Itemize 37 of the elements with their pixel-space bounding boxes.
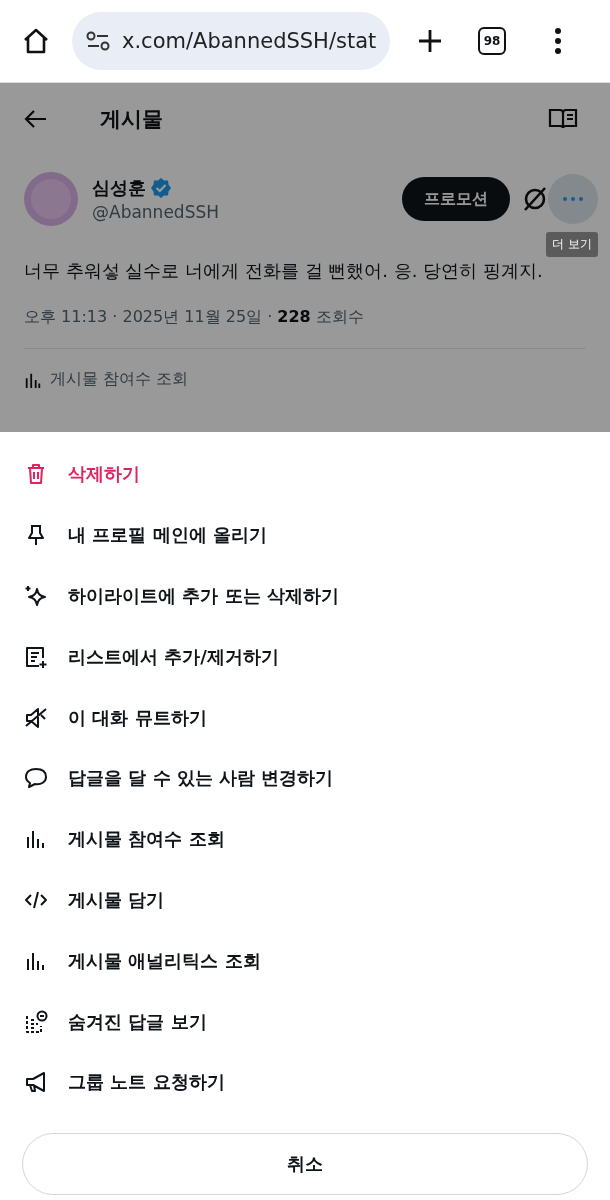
menu-item[interactable]: 숨겨진 답글 보기 [22,991,588,1052]
menu-item[interactable]: 게시물 담기 [22,869,588,931]
more-icon [563,197,583,201]
megaphone-icon [24,1070,48,1095]
new-tab-icon[interactable] [416,27,444,55]
menu-item[interactable]: 리스트에서 추가/제거하기 [22,626,588,688]
dashed-list-icon [24,1009,48,1034]
tooltip: 더 보기 [546,232,598,257]
menu-item[interactable]: 이 대화 뮤트하기 [22,687,588,748]
url-text: x.com/AbannedSSH/stat [122,29,377,53]
list-add-icon [24,644,48,669]
tab-count-button[interactable]: 98 [478,27,506,55]
post-meta: 오후 11:13 · 2025년 11월 25일 · 228 조회수 [24,307,365,328]
book-icon[interactable] [548,108,578,130]
page-title: 게시물 [100,106,163,133]
menu-item[interactable]: 삭제하기 [22,444,588,505]
menu-item[interactable]: 게시물 애널리틱스 조회 [22,930,588,992]
slashed-circle-icon[interactable] [522,186,548,212]
menu-icon[interactable] [554,27,562,55]
sparkle-icon [24,584,48,608]
author-name[interactable]: 심성훈 [92,176,146,200]
site-settings-icon[interactable] [86,31,110,51]
cancel-button[interactable]: 취소 [22,1132,588,1195]
menu-item[interactable]: 하이라이트에 추가 또는 삭제하기 [22,565,588,627]
menu-item[interactable]: 내 프로필 메인에 올리기 [22,504,588,566]
menu-item[interactable]: 그룹 노트 요청하기 [22,1051,588,1113]
speech-bubble-icon [24,766,48,791]
muted-speaker-icon [24,705,48,730]
engagements-link[interactable]: 게시물 참여수 조회 [50,369,189,390]
address-field[interactable]: x.com/AbannedSSH/stat [72,12,390,70]
home-icon[interactable] [22,27,50,55]
menu-item[interactable]: 게시물 참여수 조회 [22,808,588,870]
author-handle: @AbannedSSH [92,202,219,222]
post-text: 너무 추워섷 실수로 너에게 전화를 걸 뻔했어. 응. 당연히 핑계지. [24,259,544,283]
menu-item[interactable]: 답글을 달 수 있는 사람 변경하기 [22,748,588,809]
back-arrow-icon[interactable] [24,109,48,129]
promote-button[interactable]: 프로모션 [402,177,510,221]
